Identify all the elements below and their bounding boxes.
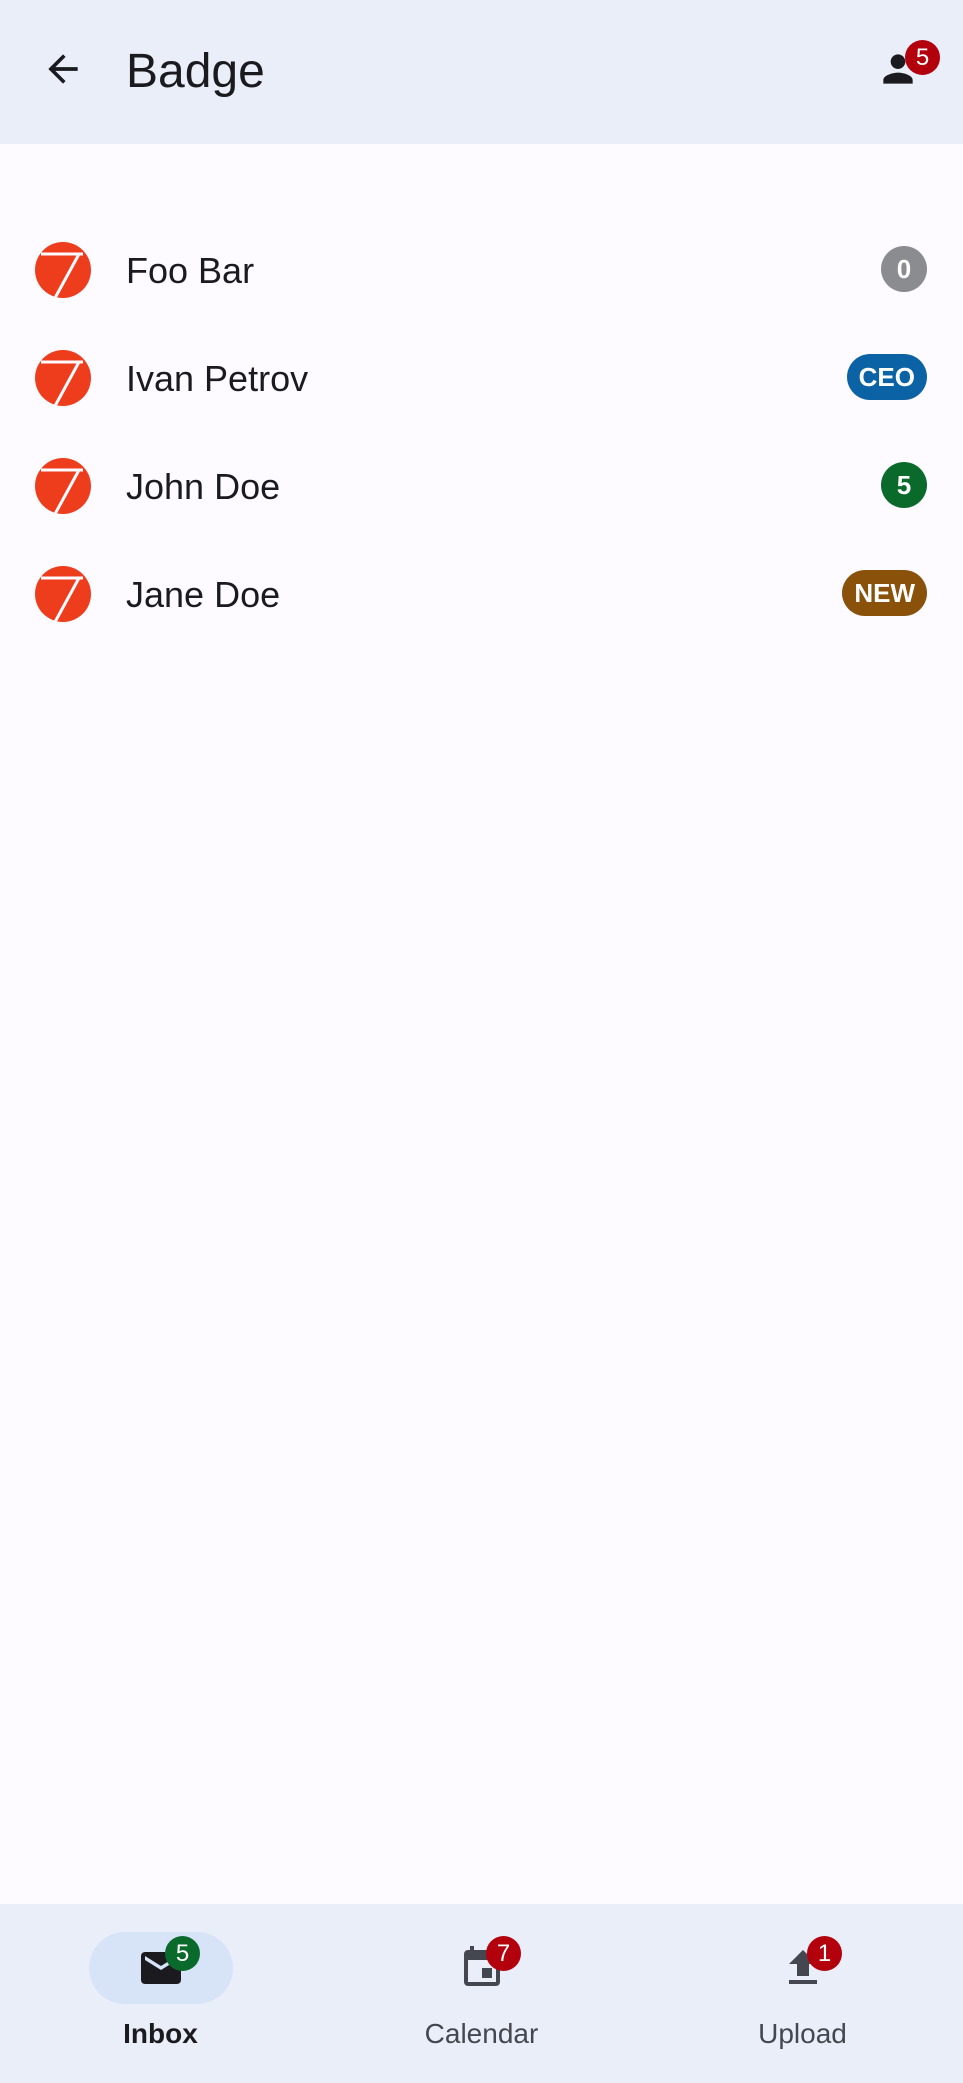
list-item-label: Foo Bar <box>126 250 255 291</box>
top-app-bar: Badge 5 <box>0 0 963 144</box>
list-item[interactable]: Ivan Petrov CEO <box>0 324 963 432</box>
bottom-navigation-bar: 5 Inbox 7 Calendar 1 Upload <box>0 1904 963 2083</box>
list-item-label: Jane Doe <box>126 574 281 615</box>
new-badge: NEW <box>842 570 927 616</box>
nav-label-calendar: Calendar <box>424 2018 539 2049</box>
list-item[interactable]: Jane Doe NEW <box>0 540 963 648</box>
list-item[interactable]: John Doe 5 <box>0 432 963 540</box>
avatar-logo-icon <box>35 242 91 299</box>
profile-notification-badge: 5 <box>905 40 940 75</box>
avatar-logo-icon <box>35 350 91 407</box>
role-badge: CEO <box>846 354 927 400</box>
nav-item-upload[interactable]: 1 Upload <box>642 1904 963 2083</box>
count-badge: 5 <box>881 462 927 508</box>
avatar-logo-icon <box>35 458 91 515</box>
upload-badge: 1 <box>807 1936 842 1971</box>
list-item-label: Ivan Petrov <box>126 358 309 399</box>
nav-label-upload: Upload <box>758 2018 847 2049</box>
arrow-back-icon <box>41 47 85 96</box>
list-item[interactable]: Foo Bar 0 <box>0 216 963 324</box>
nav-item-calendar[interactable]: 7 Calendar <box>321 1904 642 2083</box>
calendar-badge: 7 <box>486 1936 521 1971</box>
list-item-label: John Doe <box>126 466 281 507</box>
badge-list: Foo Bar 0 Ivan Petrov CEO John Doe 5 Jan… <box>0 216 963 648</box>
count-badge: 0 <box>881 246 927 292</box>
app-root: Badge 5 Foo Bar 0 Ivan Petrov CEO John D… <box>0 0 963 2083</box>
back-button[interactable] <box>30 38 96 104</box>
profile-button[interactable]: 5 <box>865 38 940 104</box>
page-title: Badge <box>126 45 265 98</box>
nav-label-inbox: Inbox <box>123 2018 198 2049</box>
nav-item-inbox[interactable]: 5 Inbox <box>0 1904 321 2083</box>
avatar-logo-icon <box>35 566 91 623</box>
inbox-badge: 5 <box>165 1936 200 1971</box>
